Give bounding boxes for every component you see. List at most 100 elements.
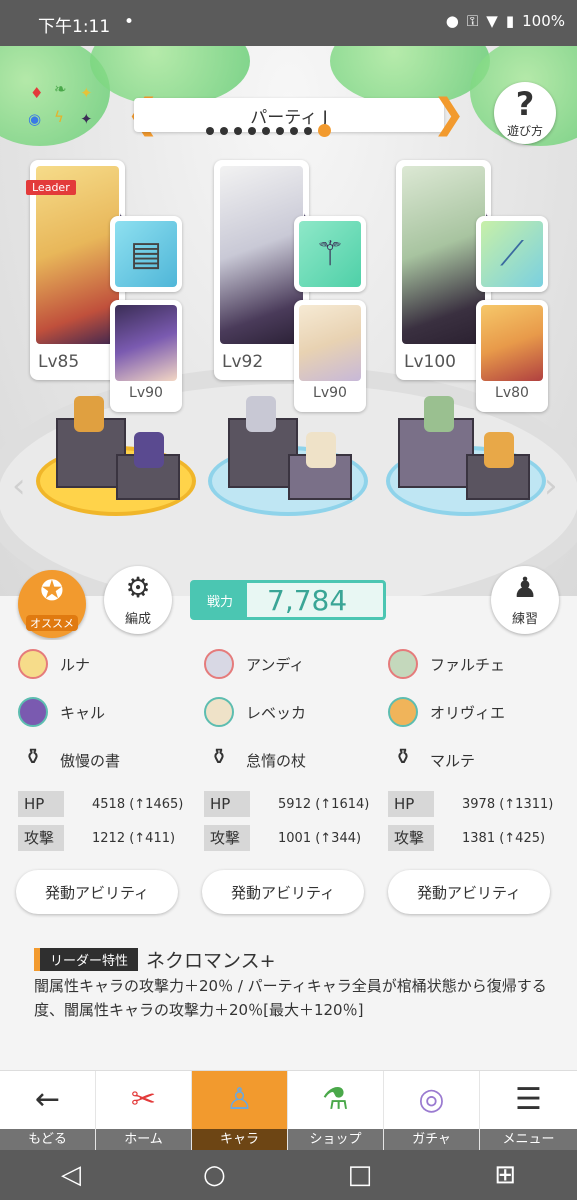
sub-character-card[interactable]: Lv80	[476, 300, 548, 412]
sub-level: Lv90	[129, 385, 163, 401]
leader-skill-tag: リーダー特性	[34, 948, 139, 971]
weapon-row[interactable]: ⚱ 怠惰の杖	[204, 736, 384, 784]
sub-character-card[interactable]: Lv90	[110, 300, 182, 412]
light-element-icon: ✦	[80, 84, 93, 102]
hp-label: HP	[388, 791, 454, 817]
power-label: 戦力	[193, 583, 248, 617]
weapon-skill-icon: ⚱	[393, 745, 413, 770]
main-character-name: ルナ	[60, 655, 91, 674]
party-page-indicator	[206, 124, 331, 137]
weapon-card[interactable]: ▤	[110, 216, 182, 292]
sub-character-card[interactable]: Lv90	[294, 300, 366, 412]
battery-percent: 100%	[522, 12, 565, 30]
status-time: 下午1:11	[38, 17, 111, 37]
page-dot[interactable]	[206, 126, 214, 135]
back-arrow-icon: ←	[34, 1082, 61, 1117]
wind-element-icon: ❧	[54, 80, 67, 98]
sub-character-row[interactable]: レベッカ	[204, 688, 384, 736]
training-label: 練習	[511, 612, 538, 627]
weapon-card[interactable]: ⟋	[476, 216, 548, 292]
weapon-row[interactable]: ⚱ マルテ	[388, 736, 568, 784]
system-back-icon[interactable]: ◁	[61, 1160, 81, 1190]
sub-character-portrait	[481, 305, 543, 381]
chibi-sprite	[306, 432, 336, 468]
pedestal-3	[386, 396, 546, 516]
weapon-row[interactable]: ⚱ 傲慢の書	[18, 736, 198, 784]
training-button[interactable]: ♟ 練習	[491, 566, 559, 634]
leader-skill-description: 闇属性キャラの攻撃力＋20％ / パーティキャラ全員が棺桶状態から復帰する度、闇…	[34, 977, 547, 1019]
home-icon: ✂	[130, 1082, 157, 1117]
bottom-navigation: ← もどる ✂ ホーム ♙ キャラ ⚗ ショップ ◎ ガチャ ☰ メニュー	[0, 1070, 577, 1151]
hp-value: 5912 (↑1614)	[278, 796, 370, 812]
nav-menu-label: メニュー	[480, 1129, 577, 1151]
team-column-1: ルナ キャル ⚱ 傲慢の書 HP 4518 (↑1465) 攻撃 1212 (↑…	[18, 640, 198, 852]
main-level: Lv85	[38, 352, 80, 372]
scroll-right-icon[interactable]: ›	[544, 466, 558, 506]
nav-back-label: もどる	[0, 1129, 95, 1151]
nav-character[interactable]: ♙ キャラ	[192, 1071, 288, 1151]
gamepad-icon[interactable]: ⊞	[494, 1160, 516, 1190]
tree-decoration	[90, 46, 250, 106]
main-character-row[interactable]: アンディ	[204, 640, 384, 688]
attack-value: 1381 (↑425)	[462, 830, 546, 846]
page-dot[interactable]	[304, 126, 312, 135]
avatar	[204, 697, 234, 727]
nav-shop[interactable]: ⚗ ショップ	[288, 1071, 384, 1151]
nav-menu[interactable]: ☰ メニュー	[480, 1071, 577, 1151]
next-party-button[interactable]: ❯	[432, 94, 466, 136]
element-icons: ♦ ❧ ✦ ◉ ϟ ✦	[26, 80, 106, 134]
sub-character-row[interactable]: キャル	[18, 688, 198, 736]
page-dot[interactable]	[276, 126, 284, 135]
formation-label: 編成	[124, 612, 151, 627]
page-dot[interactable]	[220, 126, 228, 135]
dark-element-icon: ✦	[80, 110, 93, 128]
ability-button-3[interactable]: 発動アビリティ	[388, 870, 550, 914]
how-to-play-button[interactable]: ? 遊び方	[494, 82, 556, 144]
recommend-button[interactable]: ✪ オススメ	[18, 570, 86, 638]
ability-button-1[interactable]: 発動アビリティ	[16, 870, 178, 914]
page-dot[interactable]	[262, 126, 270, 135]
leader-tag: Leader	[26, 180, 76, 195]
main-character-row[interactable]: ルナ	[18, 640, 198, 688]
how-to-play-label: 遊び方	[506, 124, 543, 138]
nav-home[interactable]: ✂ ホーム	[96, 1071, 192, 1151]
nav-gacha[interactable]: ◎ ガチャ	[384, 1071, 480, 1151]
fire-element-icon: ♦	[30, 84, 44, 102]
ability-button-2[interactable]: 発動アビリティ	[202, 870, 364, 914]
system-home-icon[interactable]: ○	[203, 1160, 226, 1190]
attack-value: 1001 (↑344)	[278, 830, 362, 846]
nav-gacha-label: ガチャ	[384, 1129, 479, 1151]
avatar	[18, 697, 48, 727]
page-dot[interactable]	[248, 126, 256, 135]
tree-decoration	[330, 46, 490, 106]
scroll-left-icon[interactable]: ‹	[12, 466, 26, 506]
system-navigation-bar: ◁ ○ □ ⊞	[0, 1150, 577, 1200]
avatar	[204, 649, 234, 679]
formation-button[interactable]: ⚙ 編成	[104, 566, 172, 634]
notification-dot-icon: ●	[445, 12, 459, 30]
training-dummy-icon: ♟	[512, 571, 538, 604]
system-recents-icon[interactable]: □	[348, 1160, 373, 1190]
page-dot[interactable]	[318, 124, 331, 137]
weapon-card[interactable]: ⚚	[294, 216, 366, 292]
sub-character-row[interactable]: オリヴィエ	[388, 688, 568, 736]
status-right: ● ⚿ ▼ ▮ 100%	[446, 12, 565, 30]
page-dot[interactable]	[234, 126, 242, 135]
sub-level: Lv80	[495, 385, 529, 401]
leader-skill-header: リーダー特性 ネクロマンス+	[34, 946, 276, 973]
avatar	[388, 697, 418, 727]
weapon-name: 怠惰の杖	[246, 751, 307, 770]
weapon-skill-icon: ⚱	[209, 745, 229, 770]
pedestal-2	[208, 396, 368, 516]
weapon-skill-icon: ⚱	[23, 745, 43, 770]
power-value: 7,784	[267, 583, 348, 617]
formation-icon: ⚙	[125, 571, 151, 604]
page-dot[interactable]	[290, 126, 298, 135]
chibi-sprite	[484, 432, 514, 468]
main-character-row[interactable]: ファルチェ	[388, 640, 568, 688]
weapon-name: マルテ	[430, 751, 476, 770]
hp-stat: HP 4518 (↑1465)	[18, 790, 198, 818]
book-icon: ▤	[115, 221, 177, 287]
nav-back[interactable]: ← もどる	[0, 1071, 96, 1151]
staff-icon: ⚚	[299, 221, 361, 287]
